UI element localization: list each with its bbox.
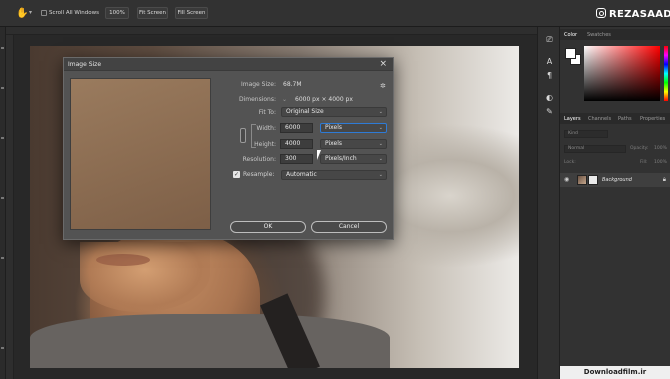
fit-to-select[interactable]: Original Size ⌄ xyxy=(281,107,387,117)
image-size-label: Image Size: xyxy=(240,81,276,88)
fit-screen-button[interactable]: Fit Screen xyxy=(137,7,168,19)
resample-checkbox[interactable]: ✓ xyxy=(233,171,240,178)
foreground-color-swatch[interactable] xyxy=(565,48,576,59)
ruler-vertical xyxy=(6,35,14,379)
height-input[interactable]: 4000 xyxy=(280,139,313,149)
layers-panel-tabs: Layers Channels Paths Properties xyxy=(560,113,670,124)
lock-label: Lock: xyxy=(564,160,576,165)
tool-preset-dropdown[interactable]: ▾ xyxy=(29,9,32,16)
color-picker-field[interactable] xyxy=(584,46,660,101)
history-icon[interactable]: ⎚ xyxy=(544,35,555,45)
brush-settings-icon[interactable]: ✎ xyxy=(544,107,555,117)
width-unit-select[interactable]: Pixels ⌄ xyxy=(320,123,387,133)
photo-lips xyxy=(96,254,150,266)
chevron-down-icon: ⌄ xyxy=(378,156,383,162)
tool-icon[interactable] xyxy=(1,87,4,89)
dialog-title: Image Size xyxy=(68,61,102,68)
tab-color[interactable]: Color xyxy=(564,32,577,38)
right-panels: Color Swatches Layers Channels Paths Pro… xyxy=(560,27,670,379)
resolution-input[interactable]: 300 xyxy=(280,154,313,164)
eye-icon[interactable]: ◉ xyxy=(564,176,569,183)
chevron-down-icon: ⌄ xyxy=(378,125,383,131)
ok-button[interactable]: OK xyxy=(230,221,306,233)
scroll-all-windows-checkbox[interactable] xyxy=(41,10,47,16)
resample-select[interactable]: Automatic ⌄ xyxy=(281,170,387,180)
tool-icon[interactable] xyxy=(1,257,4,259)
dimensions-label: Dimensions: xyxy=(238,96,276,103)
link-icon[interactable] xyxy=(240,128,246,143)
image-size-value: 68.7M xyxy=(283,81,302,88)
layer-name: Background xyxy=(602,177,632,183)
collapsed-panels-strip: ⎚ A ¶ ◐ ✎ xyxy=(537,27,560,379)
tool-icon[interactable] xyxy=(1,47,4,49)
instagram-icon xyxy=(596,8,606,18)
tool-icon[interactable] xyxy=(1,347,4,349)
chevron-down-icon: ⌄ xyxy=(378,109,383,115)
lock-icon[interactable]: 🔒︎ xyxy=(663,176,666,184)
color-panel-tabs: Color Swatches xyxy=(560,29,670,40)
resolution-label: Resolution: xyxy=(242,156,276,163)
hand-tool-icon[interactable]: ✋ xyxy=(16,8,28,19)
scroll-all-windows-label: Scroll All Windows xyxy=(49,10,99,16)
tool-icon[interactable] xyxy=(1,197,4,199)
fit-to-value: Original Size xyxy=(286,108,324,115)
tab-layers[interactable]: Layers xyxy=(564,116,581,122)
photo-shirt xyxy=(30,314,390,368)
width-unit-value: Pixels xyxy=(325,124,343,131)
tab-swatches[interactable]: Swatches xyxy=(587,32,611,38)
opacity-value[interactable]: 100% xyxy=(654,146,667,151)
width-label: Width: xyxy=(256,125,276,132)
tab-paths[interactable]: Paths xyxy=(618,116,632,122)
opacity-label: Opacity: xyxy=(630,146,649,151)
adjustments-icon[interactable]: ◐ xyxy=(544,93,555,103)
height-unit-select[interactable]: Pixels ⌄ xyxy=(320,139,387,149)
width-input[interactable]: 6000 xyxy=(280,123,313,133)
fill-value[interactable]: 100% xyxy=(654,160,667,165)
tool-icon[interactable] xyxy=(1,137,4,139)
mouse-cursor xyxy=(317,150,325,160)
image-size-dialog: Image Size × Image Size: 68.7M ✲ Dimensi… xyxy=(63,57,394,240)
chevron-down-icon: ⌄ xyxy=(378,172,383,178)
image-preview[interactable] xyxy=(70,78,211,230)
cancel-button[interactable]: Cancel xyxy=(311,221,387,233)
dialog-titlebar[interactable]: Image Size × xyxy=(64,58,393,71)
resample-value: Automatic xyxy=(286,171,317,178)
fill-screen-button[interactable]: Fill Screen xyxy=(175,7,208,19)
layer-row-background[interactable]: ◉ Background 🔒︎ xyxy=(560,173,670,187)
watermark-bottom: Download‌film.ir xyxy=(560,366,670,379)
layer-mask-thumbnail xyxy=(588,175,598,185)
watermark-logo: REZASAAD xyxy=(596,8,670,20)
paragraph-icon[interactable]: ¶ xyxy=(544,71,555,81)
resolution-unit-value: Pixels/Inch xyxy=(325,155,357,162)
ruler-horizontal xyxy=(6,27,537,35)
fill-label: Fill: xyxy=(640,160,648,165)
hue-slider[interactable] xyxy=(664,46,668,101)
dimensions-value: 6000 px × 4000 px xyxy=(295,96,353,103)
resolution-unit-select[interactable]: Pixels/Inch ⌄ xyxy=(320,154,387,164)
watermark-text: REZASAAD xyxy=(609,9,670,20)
gear-icon[interactable]: ✲ xyxy=(380,82,386,90)
dimensions-unit-dropdown[interactable]: ⌄ xyxy=(282,96,287,103)
tab-channels[interactable]: Channels xyxy=(588,116,611,122)
chevron-down-icon: ⌄ xyxy=(378,141,383,147)
zoom-100-button[interactable]: 100% xyxy=(105,7,129,19)
fit-to-label: Fit To: xyxy=(258,109,276,116)
resample-label: Resample: xyxy=(243,171,275,178)
height-label: Height: xyxy=(254,141,276,148)
options-bar: ✋ ▾ Scroll All Windows 100% Fit Screen F… xyxy=(0,0,670,27)
layer-filter-kind[interactable]: Kind xyxy=(564,130,608,138)
height-unit-value: Pixels xyxy=(325,140,343,147)
tab-properties[interactable]: Properties xyxy=(640,116,665,122)
character-icon[interactable]: A xyxy=(544,57,555,67)
close-icon[interactable]: × xyxy=(379,59,387,69)
blend-mode-select[interactable]: Normal xyxy=(564,145,626,153)
layer-thumbnail xyxy=(577,175,587,185)
